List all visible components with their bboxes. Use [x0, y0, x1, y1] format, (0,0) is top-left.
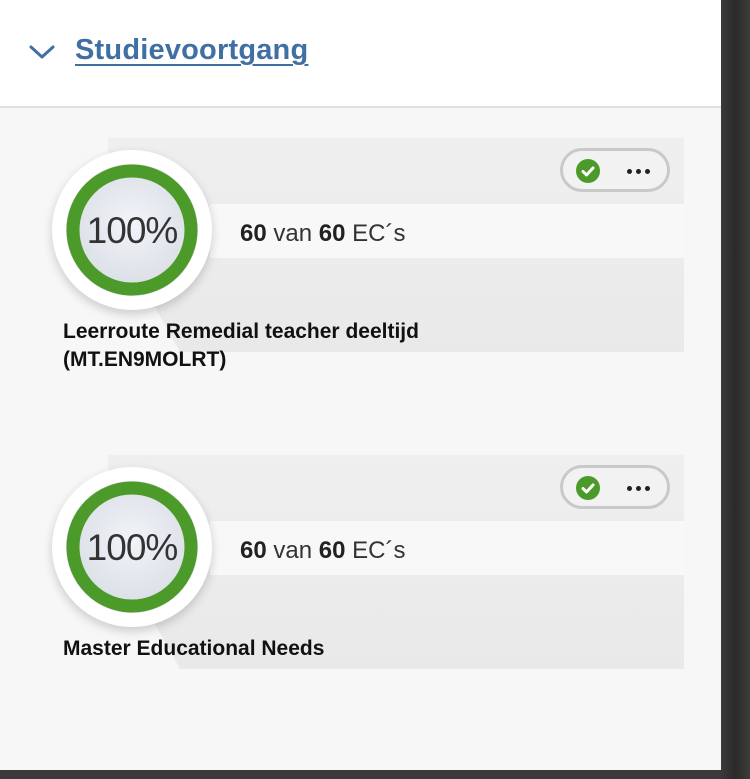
- ec-total: 60: [318, 537, 346, 564]
- program-name: Leerroute Remedial teacher deeltijd (MT.…: [63, 318, 583, 374]
- progress-percent: 100%: [86, 210, 179, 251]
- progress-panel: 100% 60 van 60 EC´s Leerroute Remedial t…: [0, 108, 721, 770]
- more-icon[interactable]: [627, 486, 651, 492]
- ec-unit: EC´s: [352, 537, 406, 564]
- check-circle-icon: [576, 159, 600, 183]
- program-name-line2: (MT.EN9MOLRT): [63, 348, 227, 371]
- ec-van: van: [273, 220, 313, 247]
- progress-ring: 100%: [52, 150, 212, 310]
- section-title-link[interactable]: Studievoortgang: [75, 34, 308, 67]
- program-card: 100% 60 van 60 EC´s Leerroute Remedial t…: [0, 138, 721, 398]
- bottom-edge: [0, 770, 721, 779]
- progress-ring: 100%: [52, 467, 212, 627]
- status-menu-pill[interactable]: [560, 465, 670, 509]
- scrollbar[interactable]: [721, 0, 750, 779]
- chevron-down-icon[interactable]: [28, 42, 56, 62]
- program-name: Master Educational Needs: [63, 635, 583, 663]
- check-circle-icon: [576, 476, 600, 500]
- section-header: Studievoortgang: [0, 0, 721, 107]
- ec-unit: EC´s: [352, 220, 406, 247]
- program-card: 100% 60 van 60 EC´s Master Educational N…: [0, 455, 721, 715]
- program-name-line1: Leerroute Remedial teacher deeltijd: [63, 320, 419, 343]
- ec-earned: 60: [240, 220, 267, 247]
- program-name-line1: Master Educational Needs: [63, 637, 325, 660]
- more-icon[interactable]: [627, 169, 651, 175]
- ec-summary: 60 van 60 EC´s: [240, 220, 405, 248]
- ec-summary: 60 van 60 EC´s: [240, 537, 405, 565]
- status-menu-pill[interactable]: [560, 148, 670, 192]
- ec-earned: 60: [240, 537, 267, 564]
- progress-percent: 100%: [86, 527, 179, 568]
- ec-van: van: [273, 537, 313, 564]
- ec-total: 60: [318, 220, 346, 247]
